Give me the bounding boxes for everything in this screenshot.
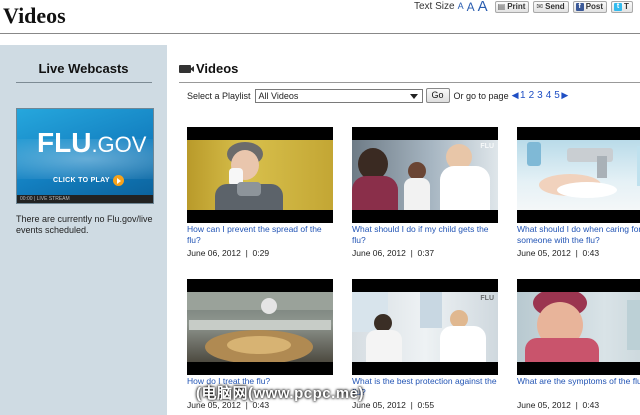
text-size-label: Text Size <box>414 1 455 12</box>
play-icon <box>112 175 124 186</box>
video-meta: June 05, 2012 | 0:55 <box>352 400 435 410</box>
video-title-link[interactable]: What are the symptoms of the flu? <box>517 376 640 397</box>
live-webcast-thumbnail[interactable]: FLU.GOV CLICK TO PLAY 00:00 | LIVE STREA… <box>16 108 154 204</box>
text-size-small-button[interactable]: A <box>458 2 464 11</box>
video-meta: June 06, 2012 | 0:37 <box>352 248 435 258</box>
post-label: Post <box>585 2 604 11</box>
print-label: Print <box>507 2 526 11</box>
video-title-link[interactable]: What should I do when caring for someone… <box>517 224 640 245</box>
page-tools: Text Size A A A ▤ Print ✉ Send f Post t … <box>414 0 633 14</box>
playlist-label: Select a Playlist <box>187 90 251 101</box>
next-page-icon[interactable]: ▶ <box>561 90 568 101</box>
video-meta: June 05, 2012 | 0:43 <box>517 400 600 410</box>
video-title-link[interactable]: What is the best protection against the … <box>352 376 498 397</box>
text-size-large-button[interactable]: A <box>478 0 488 14</box>
video-meta: June 05, 2012 | 0:43 <box>517 248 600 258</box>
page-link-4[interactable]: 4 <box>546 90 552 101</box>
page-link-3[interactable]: 3 <box>537 90 543 101</box>
envelope-icon: ✉ <box>536 2 544 11</box>
video-meta: June 06, 2012 | 0:29 <box>187 248 270 258</box>
pagination: ◀ 1 2 3 4 5 ▶ <box>512 90 569 101</box>
video-thumbnail[interactable]: FLU <box>352 279 498 375</box>
tweet-button[interactable]: t T <box>611 0 633 13</box>
printer-icon: ▤ <box>497 2 506 11</box>
videos-heading-label: Videos <box>196 61 239 76</box>
video-thumbnail[interactable] <box>517 279 640 375</box>
video-camera-icon <box>179 64 194 73</box>
video-thumbnail[interactable]: FLU <box>187 279 333 375</box>
videos-divider <box>179 82 640 83</box>
go-button[interactable]: Go <box>425 88 450 103</box>
video-title-link[interactable]: How can I prevent the spread of the flu? <box>187 224 333 245</box>
site-watermark: (电脑网(www.pcpc.me) <box>196 385 364 402</box>
playlist-selected-value: All Videos <box>258 90 299 101</box>
click-to-play-button[interactable]: CLICK TO PLAY <box>53 175 124 186</box>
video-item[interactable]: How can I prevent the spread of the flu?… <box>187 127 333 258</box>
print-button[interactable]: ▤ Print <box>494 0 530 13</box>
video-title-link[interactable]: What should I do if my child gets the fl… <box>352 224 498 245</box>
videos-heading: Videos <box>179 61 238 76</box>
video-item[interactable]: What should I do when caring for someone… <box>517 127 640 258</box>
sidebar-divider <box>16 82 152 83</box>
text-size-medium-button[interactable]: A <box>467 1 475 13</box>
video-item[interactable]: FLU What should I do if my child gets th… <box>352 127 498 258</box>
header-divider <box>0 33 640 34</box>
video-item[interactable]: FLU What is the best protection against … <box>352 279 498 410</box>
tweet-label: T <box>624 2 629 11</box>
video-thumbnail[interactable]: FLU <box>352 127 498 223</box>
send-button[interactable]: ✉ Send <box>533 0 569 13</box>
post-button[interactable]: f Post <box>572 0 608 13</box>
page-link-5[interactable]: 5 <box>554 90 560 101</box>
player-control-bar[interactable]: 00:00 | LIVE STREAM <box>17 195 153 203</box>
flu-gov-logo: FLU.GOV <box>37 127 147 158</box>
send-label: Send <box>545 2 565 11</box>
page-title: Videos <box>3 3 66 28</box>
dropdown-arrow-icon <box>409 93 418 99</box>
goto-page-label: Or go to page <box>453 90 509 101</box>
video-thumbnail[interactable] <box>187 127 333 223</box>
sidebar: Live Webcasts FLU.GOV CLICK TO PLAY 00:0… <box>0 45 167 415</box>
page-link-1[interactable]: 1 <box>520 90 526 101</box>
sidebar-title: Live Webcasts <box>38 61 129 76</box>
playlist-toolbar: Select a Playlist All Videos Go Or go to… <box>187 88 568 103</box>
video-item[interactable]: What are the symptoms of the flu? June 0… <box>517 279 640 410</box>
webcast-status-note: There are currently no Flu.gov/live even… <box>16 214 153 235</box>
facebook-icon: f <box>575 2 584 11</box>
video-thumbnail[interactable] <box>517 127 640 223</box>
playlist-select[interactable]: All Videos <box>254 88 423 103</box>
twitter-icon: t <box>614 2 623 11</box>
page-link-2[interactable]: 2 <box>529 90 535 101</box>
prev-page-icon[interactable]: ◀ <box>512 90 519 101</box>
